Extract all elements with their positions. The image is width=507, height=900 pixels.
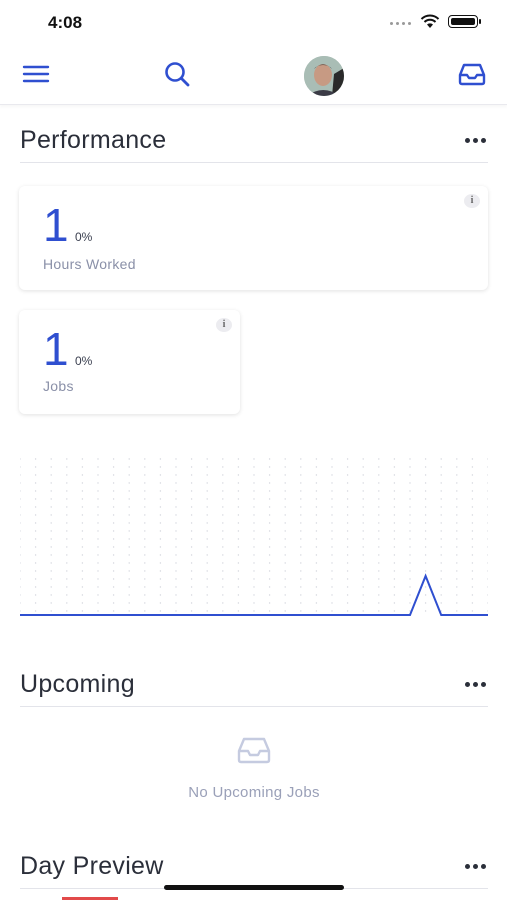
more-options-icon[interactable] bbox=[463, 680, 488, 689]
section-title: Day Preview bbox=[20, 852, 164, 880]
empty-inbox-icon bbox=[237, 737, 271, 764]
stat-change: 0% bbox=[75, 230, 93, 244]
performance-line-chart bbox=[20, 458, 488, 616]
stat-label: Hours Worked bbox=[43, 256, 136, 272]
search-button[interactable] bbox=[161, 58, 193, 90]
cellular-signal-icon bbox=[390, 22, 411, 25]
wifi-icon bbox=[420, 14, 440, 34]
jobs-card[interactable]: 1 0% Jobs i bbox=[19, 310, 240, 414]
battery-icon bbox=[448, 15, 481, 28]
chart-grid bbox=[20, 458, 488, 612]
home-indicator[interactable] bbox=[164, 885, 344, 890]
upcoming-section-header: Upcoming bbox=[20, 666, 488, 707]
menu-icon bbox=[22, 65, 50, 83]
menu-button[interactable] bbox=[20, 58, 52, 90]
inbox-button[interactable] bbox=[456, 58, 488, 90]
performance-section-header: Performance bbox=[20, 122, 488, 163]
more-options-icon[interactable] bbox=[463, 862, 488, 871]
info-icon[interactable]: i bbox=[464, 194, 480, 208]
user-avatar[interactable] bbox=[304, 56, 344, 96]
upcoming-empty-state: No Upcoming Jobs bbox=[20, 730, 488, 810]
info-icon[interactable]: i bbox=[216, 318, 232, 332]
stat-value: 1 bbox=[43, 323, 69, 375]
empty-state-text: No Upcoming Jobs bbox=[188, 784, 320, 801]
stat-value: 1 bbox=[43, 199, 69, 251]
section-title: Performance bbox=[20, 126, 167, 154]
search-icon bbox=[165, 62, 190, 87]
status-time: 4:08 bbox=[48, 13, 83, 32]
stat-change: 0% bbox=[75, 354, 93, 368]
inbox-icon bbox=[458, 63, 486, 86]
hours-worked-card[interactable]: 1 0% Hours Worked i bbox=[19, 186, 488, 290]
stat-label: Jobs bbox=[43, 378, 74, 394]
day-preview-section-header: Day Preview bbox=[20, 848, 488, 889]
status-bar: 4:08 bbox=[0, 0, 507, 44]
section-title: Upcoming bbox=[20, 670, 135, 698]
more-options-icon[interactable] bbox=[463, 136, 488, 145]
top-nav-bar bbox=[0, 44, 507, 105]
